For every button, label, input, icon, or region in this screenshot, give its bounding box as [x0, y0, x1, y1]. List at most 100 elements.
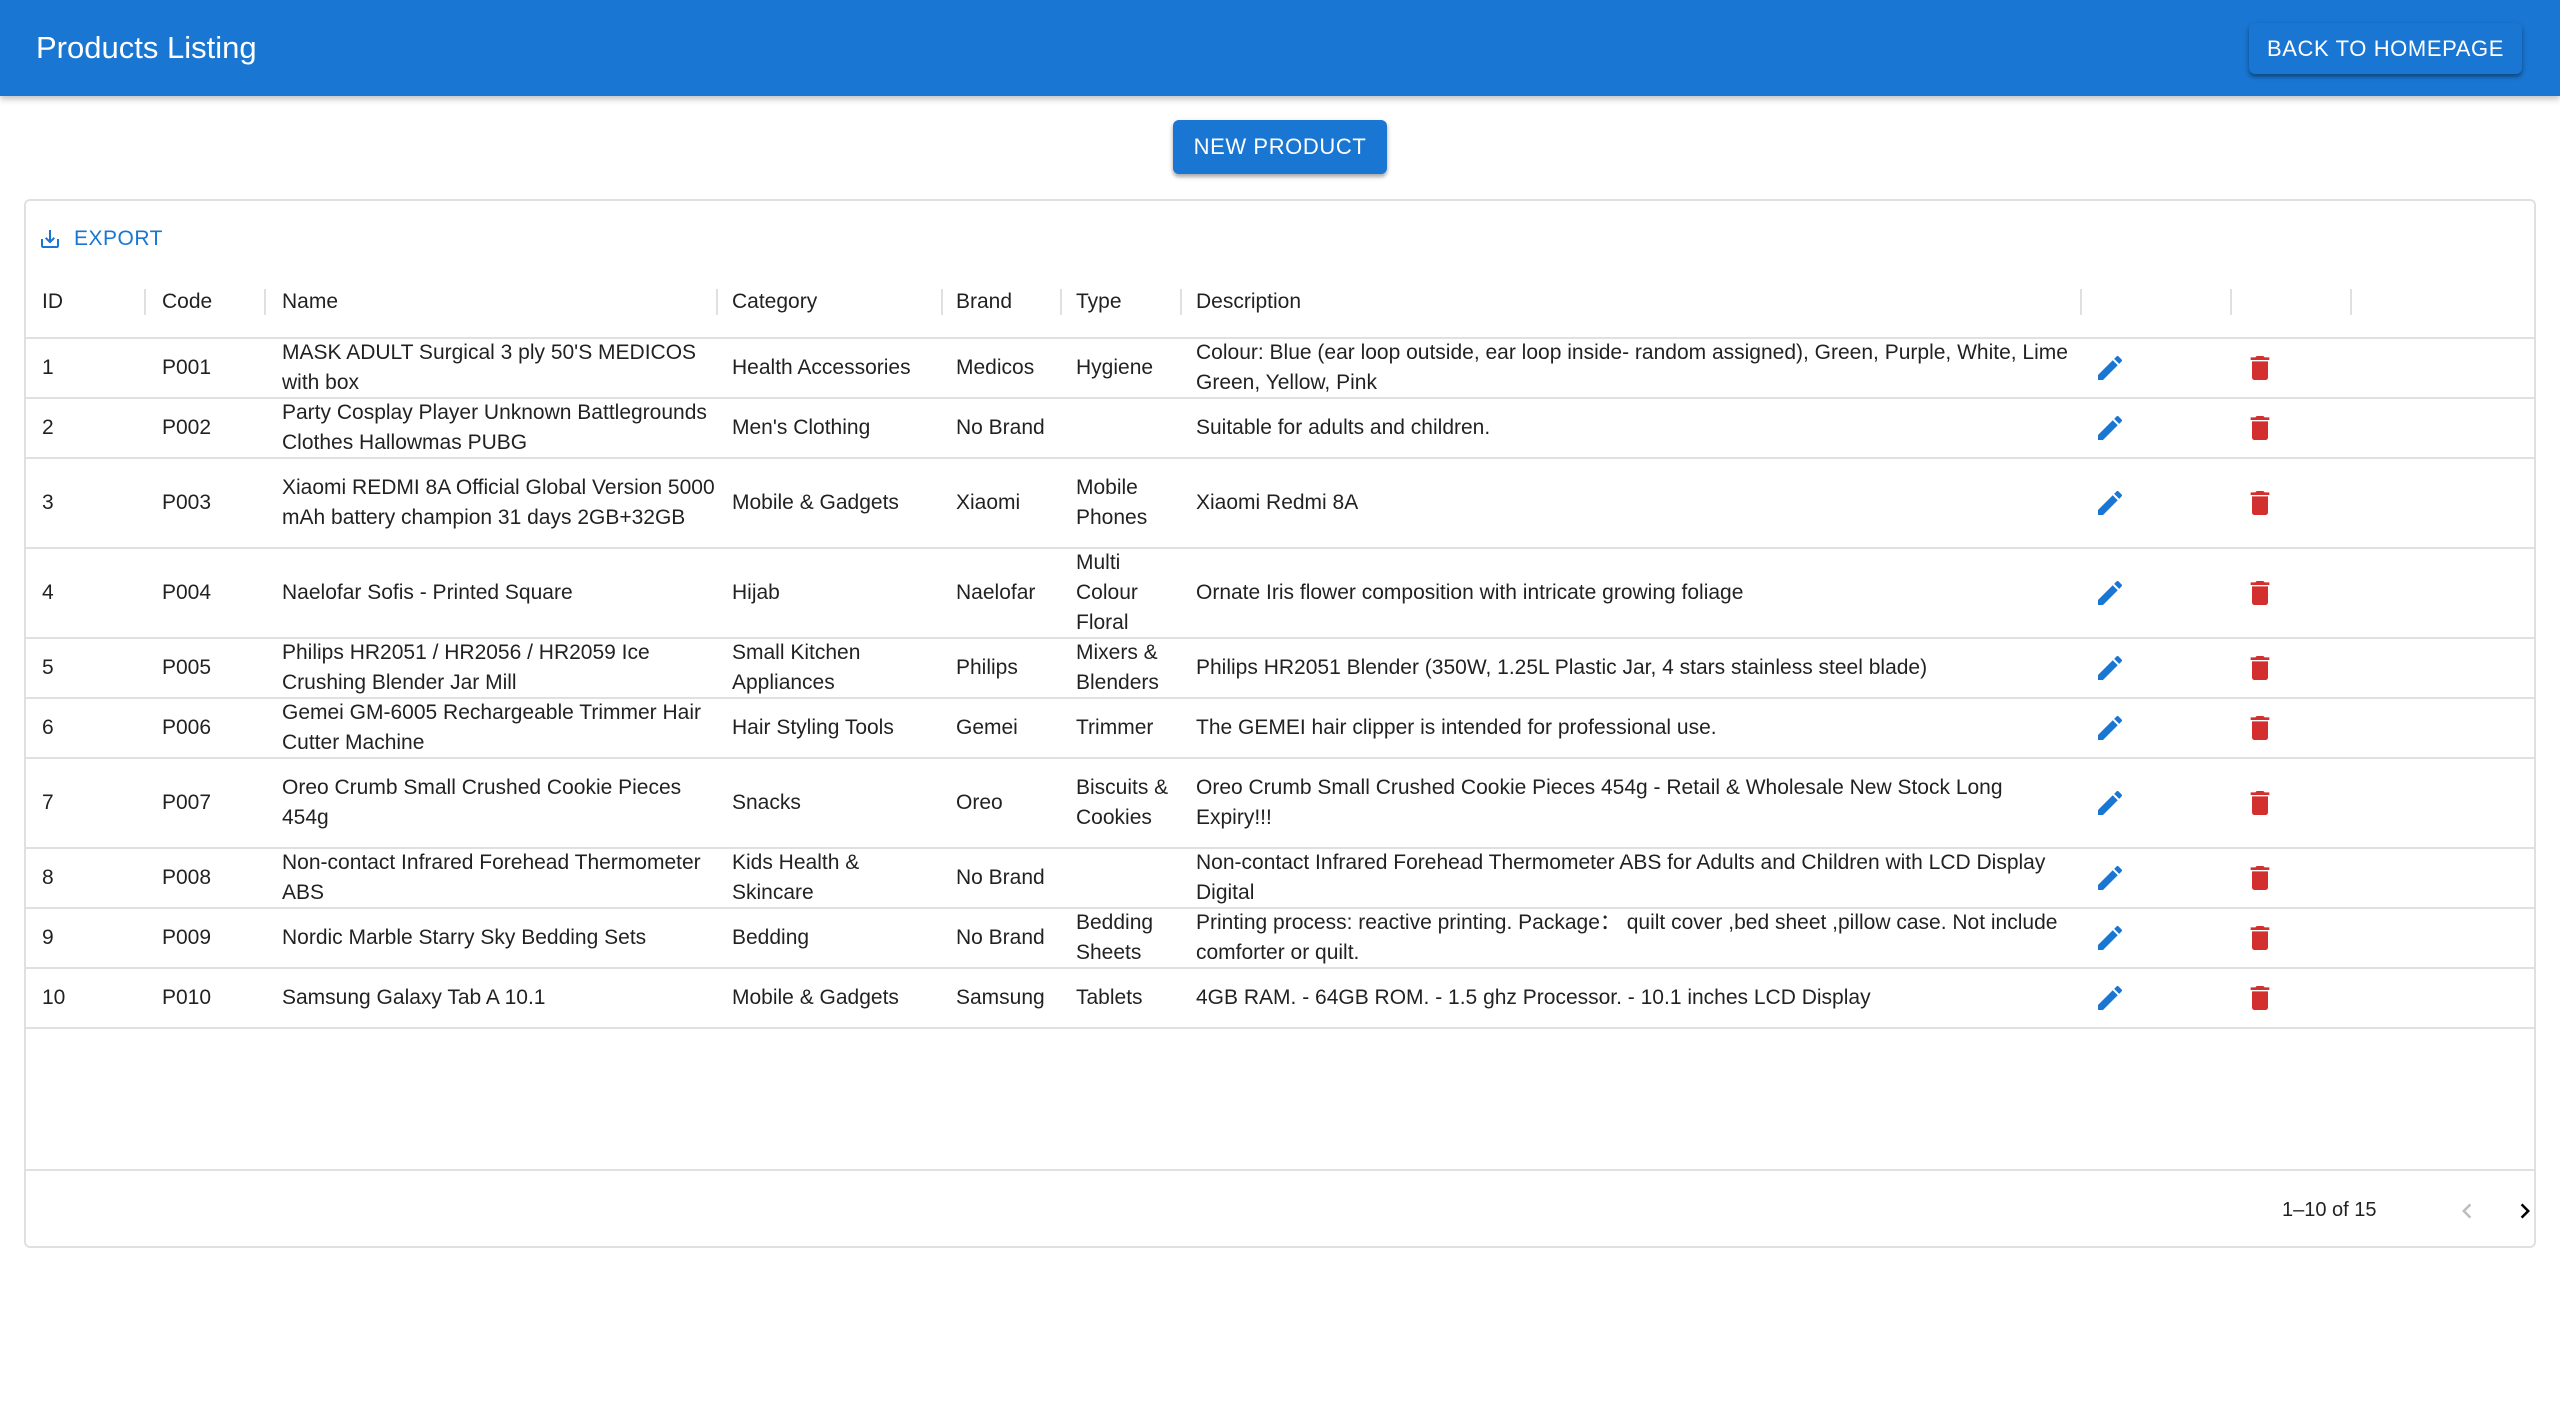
cell-description-text: Non-contact Infrared Forehead Thermomete…	[1196, 851, 2046, 904]
previous-page-button[interactable]	[2445, 1189, 2489, 1233]
edit-button[interactable]	[2086, 459, 2134, 547]
cell-description: Xiaomi Redmi 8A	[1196, 459, 2076, 547]
edit-button[interactable]	[2086, 549, 2134, 637]
cell-brand-text: No Brand	[956, 866, 1045, 889]
table-row[interactable]: 7 P007 Oreo Crumb Small Crushed Cookie Pie…	[26, 759, 2534, 849]
cell-id: 5	[42, 639, 152, 697]
column-header-brand[interactable]: Brand	[956, 267, 1012, 337]
cell-description-text: Philips HR2051 Blender (350W, 1.25L Plas…	[1196, 656, 1928, 679]
cell-code: P003	[162, 459, 272, 547]
cell-code: P008	[162, 849, 272, 907]
delete-button[interactable]	[2236, 699, 2284, 757]
column-header-description[interactable]: Description	[1196, 267, 1301, 337]
cell-category: Hair Styling Tools	[732, 699, 946, 757]
cell-brand: Gemei	[956, 699, 1064, 757]
cell-category: Hijab	[732, 549, 946, 637]
delete-button[interactable]	[2236, 339, 2284, 397]
table-row[interactable]: 6 P006 Gemei GM-6005 Rechargeable Trimmer …	[26, 699, 2534, 759]
column-separator[interactable]	[144, 289, 146, 315]
table-row[interactable]: 5 P005 Philips HR2051 / HR2056 / HR2059 Ic…	[26, 639, 2534, 699]
table-row[interactable]: 2 P002 Party Cosplay Player Unknown Battle…	[26, 399, 2534, 459]
delete-button[interactable]	[2236, 549, 2284, 637]
cell-brand-text: Xiaomi	[956, 491, 1021, 514]
cell-category: Men's Clothing	[732, 399, 946, 457]
column-header-type[interactable]: Type	[1076, 267, 1122, 337]
delete-button[interactable]	[2236, 639, 2284, 697]
delete-button[interactable]	[2236, 459, 2284, 547]
cell-type-text: Hygiene	[1076, 356, 1154, 379]
column-header-name[interactable]: Name	[282, 267, 338, 337]
edit-button[interactable]	[2086, 849, 2134, 907]
products-data-grid: EXPORT ID Code Name Category Brand Type Descri…	[24, 199, 2536, 1248]
column-separator[interactable]	[2350, 289, 2352, 315]
cell-brand: Xiaomi	[956, 459, 1064, 547]
cell-type-text: Multi Colour Floral	[1076, 551, 1138, 634]
column-separator[interactable]	[2230, 289, 2232, 315]
cell-brand-text: Naelofar	[956, 581, 1036, 604]
column-separator[interactable]	[941, 289, 943, 315]
edit-button[interactable]	[2086, 639, 2134, 697]
table-row[interactable]: 9 P009 Nordic Marble Starry Sky Bedding Se…	[26, 909, 2534, 969]
column-separator[interactable]	[264, 289, 266, 315]
cell-type-text: Bedding Sheets	[1076, 911, 1154, 964]
table-row[interactable]: 8 P008 Non-contact Infrared Forehead Therm…	[26, 849, 2534, 909]
delete-button[interactable]	[2236, 909, 2284, 967]
cell-category-text: Kids Health & Skincare	[732, 851, 860, 904]
cell-code: P006	[162, 699, 272, 757]
back-to-homepage-button[interactable]: BACK TO HOMEPAGE	[2249, 23, 2522, 74]
cell-code: P002	[162, 399, 272, 457]
cell-name: Philips HR2051 / HR2056 / HR2059 Ice Cru…	[282, 639, 722, 697]
cell-brand-text: Oreo	[956, 791, 1003, 814]
cell-name: Gemei GM-6005 Rechargeable Trimmer Hair …	[282, 699, 722, 757]
edit-button[interactable]	[2086, 909, 2134, 967]
delete-button[interactable]	[2236, 759, 2284, 847]
column-header-id[interactable]: ID	[42, 267, 63, 337]
delete-button[interactable]	[2236, 849, 2284, 907]
cell-code-text: P007	[162, 791, 212, 814]
delete-button[interactable]	[2236, 969, 2284, 1027]
cell-code: P009	[162, 909, 272, 967]
cell-description: Printing process: reactive printing. Pac…	[1196, 909, 2076, 967]
edit-button[interactable]	[2086, 339, 2134, 397]
cell-brand: Oreo	[956, 759, 1064, 847]
column-separator[interactable]	[1180, 289, 1182, 315]
cell-id-text: 3	[42, 491, 54, 514]
cell-category-text: Health Accessories	[732, 356, 911, 379]
edit-button[interactable]	[2086, 699, 2134, 757]
column-separator[interactable]	[1060, 289, 1062, 315]
cell-id-text: 6	[42, 716, 54, 739]
cell-type-text: Trimmer	[1076, 716, 1154, 739]
column-header-code[interactable]: Code	[162, 267, 212, 337]
column-separator[interactable]	[716, 289, 718, 315]
table-footer: 1–10 of 15	[26, 1169, 2534, 1250]
cell-category-text: Men's Clothing	[732, 416, 871, 439]
column-separator[interactable]	[2080, 289, 2082, 315]
cell-category-text: Snacks	[732, 791, 801, 814]
column-header-category[interactable]: Category	[732, 267, 817, 337]
table-row[interactable]: 3 P003 Xiaomi REDMI 8A Official Global Ver…	[26, 459, 2534, 549]
cell-description: Oreo Crumb Small Crushed Cookie Pieces 4…	[1196, 759, 2076, 847]
cell-id-text: 4	[42, 581, 54, 604]
cell-brand-text: Gemei	[956, 716, 1018, 739]
edit-button[interactable]	[2086, 969, 2134, 1027]
table-row[interactable]: 10 P010 Samsung Galaxy Tab A 10.1 Mobile & …	[26, 969, 2534, 1029]
new-product-button[interactable]: NEW PRODUCT	[1173, 120, 1387, 174]
table-row[interactable]: 4 P004 Naelofar Sofis - Printed Square Hija…	[26, 549, 2534, 639]
cell-code-text: P004	[162, 581, 212, 604]
edit-button[interactable]	[2086, 399, 2134, 457]
export-button[interactable]: EXPORT	[38, 219, 163, 259]
cell-description-text: The GEMEI hair clipper is intended for p…	[1196, 716, 1717, 739]
pencil-icon	[2098, 790, 2123, 815]
cell-category-text: Small Kitchen Appliances	[732, 641, 861, 694]
next-page-button[interactable]	[2503, 1189, 2547, 1233]
delete-button[interactable]	[2236, 399, 2284, 457]
chevron-left-icon	[2462, 1203, 2472, 1219]
cell-id-text: 7	[42, 791, 54, 814]
cell-id-text: 8	[42, 866, 54, 889]
edit-button[interactable]	[2086, 759, 2134, 847]
cell-type: Hygiene	[1076, 339, 1186, 397]
pencil-icon	[2098, 925, 2123, 950]
cell-code-text: P008	[162, 866, 212, 889]
cell-id-text: 10	[42, 986, 66, 1009]
table-row[interactable]: 1 P001 MASK ADULT Surgical 3 ply 50'S MEDI…	[26, 339, 2534, 399]
